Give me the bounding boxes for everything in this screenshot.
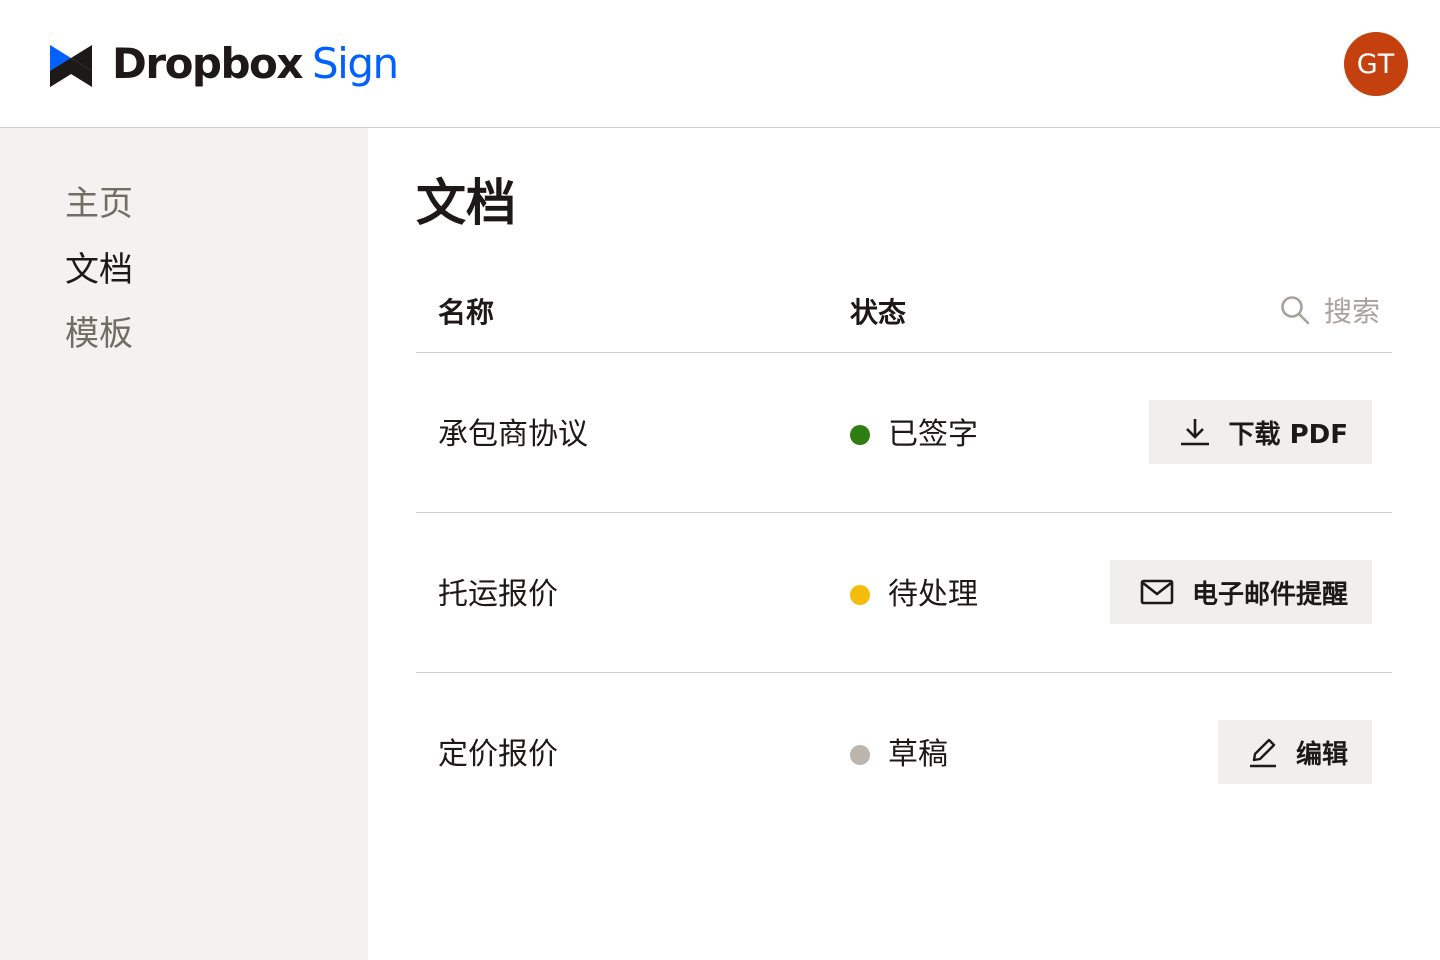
email-reminder-button[interactable]: 电子邮件提醒 (1109, 560, 1372, 624)
sidebar-item-documents[interactable]: 文档 (65, 250, 133, 290)
download-pdf-button[interactable]: 下载 PDF (1148, 400, 1372, 464)
brand-name: Dropbox Sign (112, 36, 399, 92)
email-reminder-label: 电子邮件提醒 (1191, 579, 1348, 610)
search-label: 搜索 (1324, 295, 1381, 328)
document-name[interactable]: 承包商协议 (438, 415, 588, 455)
column-header-name[interactable]: 名称 (438, 293, 494, 333)
pencil-icon (1249, 738, 1276, 768)
avatar-initials: GT (1356, 48, 1396, 80)
download-icon (1180, 419, 1209, 446)
main-content: 文档 名称 状态 搜索 承包商协议 已签字 下载 PDF 托运报价 待处理 电子… (368, 128, 1440, 960)
search-icon (1281, 296, 1310, 325)
edit-button[interactable]: 编辑 (1217, 720, 1372, 784)
document-status: 草稿 (850, 735, 948, 775)
page-title: 文档 (416, 174, 516, 232)
column-header-status[interactable]: 状态 (850, 293, 906, 333)
download-pdf-label: 下载 PDF (1228, 419, 1348, 450)
table-row[interactable]: 定价报价 草稿 编辑 (416, 673, 1392, 833)
table-row[interactable]: 托运报价 待处理 电子邮件提醒 (416, 513, 1392, 673)
dropbox-sign-logo-icon (50, 45, 92, 87)
dropbox-sign-logo[interactable]: Dropbox Sign (50, 36, 399, 92)
user-avatar[interactable]: GT (1344, 32, 1408, 96)
search-field[interactable]: 搜索 (1280, 290, 1380, 330)
status-dot-draft (850, 745, 870, 765)
status-label: 已签字 (888, 417, 978, 452)
brand-secondary: Sign (312, 39, 399, 88)
brand-primary: Dropbox (112, 39, 304, 88)
status-dot-signed (850, 425, 870, 445)
document-name[interactable]: 定价报价 (438, 735, 558, 775)
sidebar-item-home[interactable]: 主页 (65, 184, 133, 224)
document-status: 待处理 (850, 575, 978, 615)
document-status: 已签字 (850, 415, 978, 455)
mail-icon (1140, 579, 1174, 605)
status-label: 待处理 (888, 577, 978, 612)
table-row[interactable]: 承包商协议 已签字 下载 PDF (416, 353, 1392, 513)
top-header: Dropbox Sign GT (0, 0, 1440, 128)
status-label: 草稿 (888, 737, 948, 772)
sidebar-item-templates[interactable]: 模板 (65, 314, 133, 354)
sidebar: 主页 文档 模板 (0, 128, 368, 960)
edit-label: 编辑 (1295, 739, 1348, 770)
document-name[interactable]: 托运报价 (438, 575, 558, 615)
status-dot-pending (850, 585, 870, 605)
